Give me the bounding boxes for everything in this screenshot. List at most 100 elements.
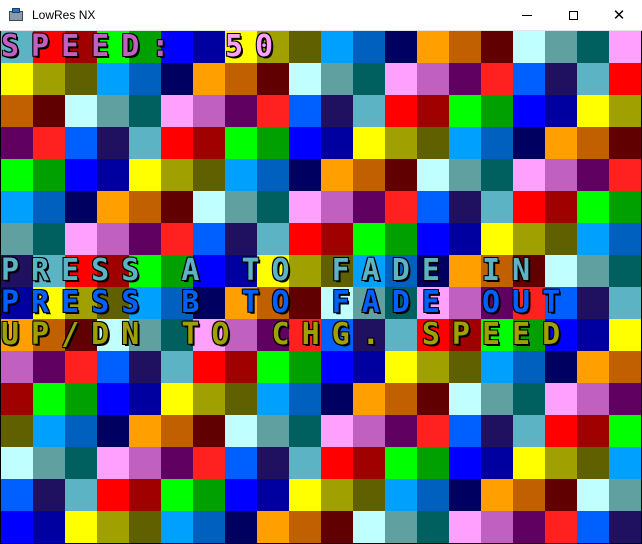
color-tile <box>257 223 289 255</box>
color-tile <box>385 31 417 63</box>
color-tile <box>577 479 609 511</box>
color-tile <box>545 383 577 415</box>
color-tile <box>257 447 289 479</box>
speed-label: SPEED: <box>1 31 182 64</box>
color-tile <box>481 127 513 159</box>
color-tile <box>289 127 321 159</box>
color-tile <box>161 63 193 95</box>
color-tile <box>225 447 257 479</box>
color-tile <box>193 63 225 95</box>
speed-value: 50 <box>225 31 286 64</box>
color-tile <box>193 127 225 159</box>
color-tile <box>65 511 97 543</box>
instruction-line-1: PRESS A TO FADE IN <box>1 253 543 288</box>
instruction-line-3: UP/DN TO CHG. SPEED <box>1 317 573 352</box>
color-tile <box>161 383 193 415</box>
color-tile <box>257 191 289 223</box>
color-tile <box>513 415 545 447</box>
color-tile <box>1 351 33 383</box>
color-tile <box>225 383 257 415</box>
close-button[interactable]: ✕ <box>596 0 642 30</box>
color-tile <box>577 351 609 383</box>
title-bar[interactable]: LowRes NX ✕ <box>0 0 642 31</box>
color-tile <box>193 511 225 543</box>
color-tile <box>609 383 641 415</box>
color-tile <box>417 479 449 511</box>
color-tile <box>321 95 353 127</box>
color-tile <box>257 159 289 191</box>
color-tile <box>577 511 609 543</box>
color-tile <box>321 223 353 255</box>
close-icon: ✕ <box>612 5 626 24</box>
color-tile <box>417 351 449 383</box>
color-tile <box>513 159 545 191</box>
color-tile <box>577 159 609 191</box>
color-tile <box>609 479 641 511</box>
color-tile <box>65 479 97 511</box>
color-tile <box>321 63 353 95</box>
color-tile <box>609 223 641 255</box>
color-tile <box>417 31 449 63</box>
color-tile <box>417 95 449 127</box>
color-tile <box>129 95 161 127</box>
color-tile <box>193 95 225 127</box>
color-tile <box>385 223 417 255</box>
color-tile <box>353 31 385 63</box>
color-tile <box>417 415 449 447</box>
instruction-fade-out: PRESS B TO FADE OUT <box>1 287 641 319</box>
color-tile <box>481 31 513 63</box>
color-tile <box>545 479 577 511</box>
color-tile <box>545 159 577 191</box>
color-tile <box>257 383 289 415</box>
color-tile <box>1 191 33 223</box>
color-tile <box>577 63 609 95</box>
color-tile <box>193 159 225 191</box>
color-tile <box>385 383 417 415</box>
color-tile <box>225 159 257 191</box>
minimize-button[interactable] <box>504 0 550 30</box>
color-tile <box>129 479 161 511</box>
color-tile <box>481 447 513 479</box>
color-tile <box>289 511 321 543</box>
color-tile <box>129 351 161 383</box>
color-tile <box>609 159 641 191</box>
color-tile <box>97 447 129 479</box>
color-tile <box>33 63 65 95</box>
color-tile <box>577 95 609 127</box>
color-tile <box>225 511 257 543</box>
maximize-button[interactable] <box>550 0 596 30</box>
color-tile <box>481 95 513 127</box>
color-tile <box>609 31 641 63</box>
instruction-change-speed: UP/DN TO CHG. SPEED <box>1 319 641 351</box>
color-tile <box>193 479 225 511</box>
color-tile <box>97 191 129 223</box>
color-tile <box>33 351 65 383</box>
color-tile <box>513 31 545 63</box>
color-tile <box>321 127 353 159</box>
color-tile <box>577 223 609 255</box>
color-tile <box>257 127 289 159</box>
color-tile <box>1 447 33 479</box>
color-tile <box>513 479 545 511</box>
color-tile <box>65 351 97 383</box>
color-tile <box>321 415 353 447</box>
color-tile <box>97 383 129 415</box>
color-tile <box>289 415 321 447</box>
color-tile <box>257 479 289 511</box>
color-tile <box>257 415 289 447</box>
color-tile <box>385 415 417 447</box>
color-tile <box>353 191 385 223</box>
color-tile <box>225 415 257 447</box>
color-tile <box>289 63 321 95</box>
game-screen[interactable]: SPEED: 50 PRESS A TO FADE IN PRESS B TO … <box>1 31 641 543</box>
color-tile <box>33 447 65 479</box>
color-tile <box>353 511 385 543</box>
color-tile <box>353 127 385 159</box>
color-tile <box>289 31 321 63</box>
color-tile <box>545 223 577 255</box>
color-tile <box>1 223 33 255</box>
color-tile <box>65 447 97 479</box>
color-tile <box>97 511 129 543</box>
color-tile <box>225 351 257 383</box>
color-tile <box>449 63 481 95</box>
